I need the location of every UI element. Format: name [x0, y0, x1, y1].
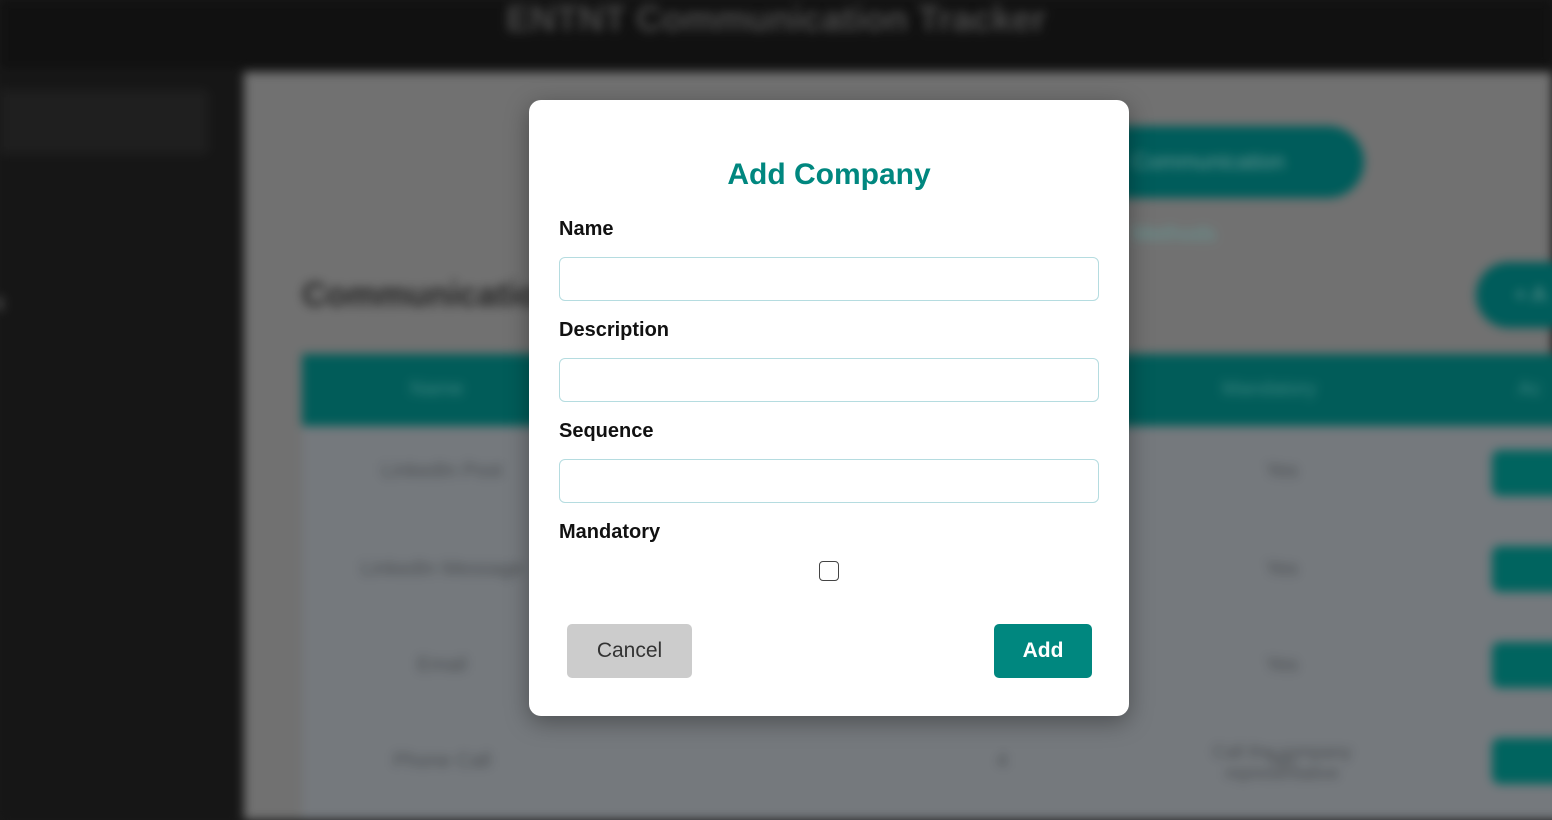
sequence-input[interactable] [559, 459, 1099, 503]
description-label: Description [559, 319, 670, 341]
dialog-title: Add Company [727, 158, 931, 191]
add-button[interactable]: Add [994, 624, 1092, 678]
sequence-label: Sequence [559, 420, 654, 442]
name-label: Name [559, 218, 614, 240]
mandatory-checkbox[interactable] [819, 561, 839, 581]
description-input[interactable] [559, 358, 1099, 402]
cancel-button[interactable]: Cancel [567, 624, 692, 678]
mandatory-label: Mandatory [559, 521, 661, 543]
add-company-dialog: Add Company Name Description Sequence Ma… [529, 100, 1129, 716]
name-input[interactable] [559, 257, 1099, 301]
